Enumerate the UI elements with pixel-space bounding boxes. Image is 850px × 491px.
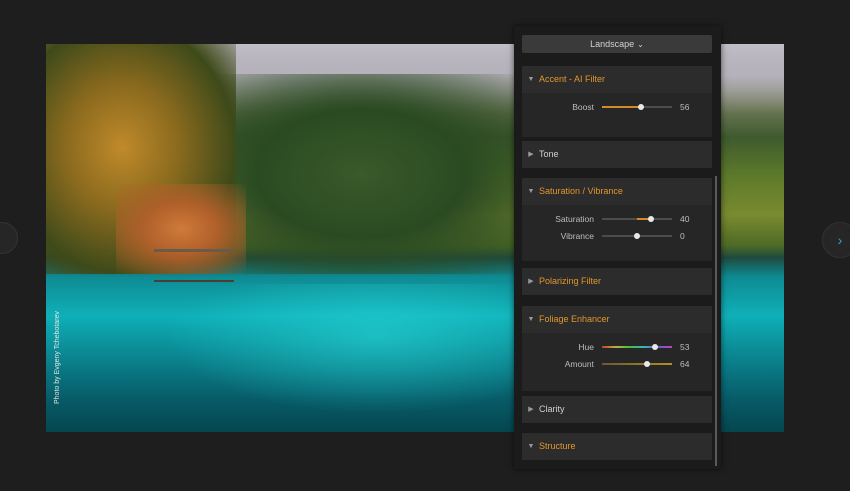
section-clarity-header[interactable]: ▶ Clarity — [522, 396, 712, 423]
slider-knob[interactable] — [652, 344, 659, 350]
section-saturation-title: Saturation / Vibrance — [539, 186, 623, 196]
section-polarizing-title: Polarizing Filter — [539, 276, 602, 286]
section-clarity-title: Clarity — [539, 404, 565, 414]
expanded-triangle-icon: ▼ — [527, 76, 535, 83]
chevron-right-icon: › — [837, 232, 843, 248]
slider-value: 53 — [680, 342, 690, 352]
section-tone-title: Tone — [539, 149, 559, 159]
slider-knob[interactable] — [634, 233, 640, 239]
previous-arrow-button[interactable] — [0, 222, 18, 254]
slider-knob[interactable] — [648, 216, 654, 222]
slider-amount[interactable]: Amount 64 — [522, 357, 712, 371]
section-accent-header[interactable]: ▼ Accent - AI Filter — [522, 66, 712, 93]
slider-value: 56 — [680, 102, 690, 112]
section-structure-header[interactable]: ▼ Structure — [522, 433, 712, 460]
section-saturation-body: Saturation 40 Vibrance 0 — [522, 205, 712, 261]
preset-dropdown[interactable]: Landscape ⌄ — [522, 35, 712, 53]
section-polarizing-header[interactable]: ▶ Polarizing Filter — [522, 268, 712, 295]
slider-track[interactable] — [602, 104, 672, 110]
collapsed-triangle-icon: ▶ — [528, 151, 534, 158]
section-accent-title: Accent - AI Filter — [539, 74, 606, 84]
expanded-triangle-icon: ▼ — [527, 316, 535, 323]
slider-label: Vibrance — [560, 231, 594, 241]
section-tone-header[interactable]: ▶ Tone — [522, 141, 712, 168]
slider-label: Saturation — [555, 214, 594, 224]
photo-dock — [154, 249, 234, 282]
expanded-triangle-icon: ▼ — [527, 188, 535, 195]
slider-label: Boost — [572, 102, 594, 112]
slider-track[interactable] — [602, 344, 672, 350]
collapsed-triangle-icon: ▶ — [528, 406, 534, 413]
slider-track[interactable] — [602, 216, 672, 222]
collapsed-triangle-icon: ▶ — [528, 278, 534, 285]
section-foliage-body: Hue 53 Amount 64 — [522, 333, 712, 391]
panel-scrollbar[interactable] — [715, 176, 717, 466]
slider-boost[interactable]: Boost 56 — [522, 100, 712, 114]
next-arrow-button[interactable]: › — [822, 222, 850, 258]
adjustments-panel: Landscape ⌄ ▼ Accent - AI Filter Boost 56… — [514, 26, 721, 469]
slider-track[interactable] — [602, 233, 672, 239]
section-saturation-header[interactable]: ▼ Saturation / Vibrance — [522, 178, 712, 205]
section-foliage-title: Foliage Enhancer — [539, 314, 610, 324]
slider-label: Amount — [564, 359, 594, 369]
expanded-triangle-icon: ▼ — [527, 443, 535, 450]
slider-label: Hue — [578, 342, 594, 352]
chevron-down-icon: ⌄ — [637, 40, 644, 49]
slider-value: 64 — [680, 359, 690, 369]
slider-knob[interactable] — [638, 104, 645, 110]
slider-vibrance[interactable]: Vibrance 0 — [522, 229, 712, 243]
preset-label: Landscape — [590, 39, 635, 49]
slider-value: 40 — [680, 214, 690, 224]
section-structure-title: Structure — [539, 441, 576, 451]
slider-saturation[interactable]: Saturation 40 — [522, 212, 712, 226]
section-accent-body: Boost 56 — [522, 93, 712, 137]
slider-knob[interactable] — [643, 361, 650, 367]
slider-track[interactable] — [602, 361, 672, 367]
slider-value: 0 — [680, 231, 685, 241]
section-foliage-header[interactable]: ▼ Foliage Enhancer — [522, 306, 712, 333]
slider-hue[interactable]: Hue 53 — [522, 340, 712, 354]
